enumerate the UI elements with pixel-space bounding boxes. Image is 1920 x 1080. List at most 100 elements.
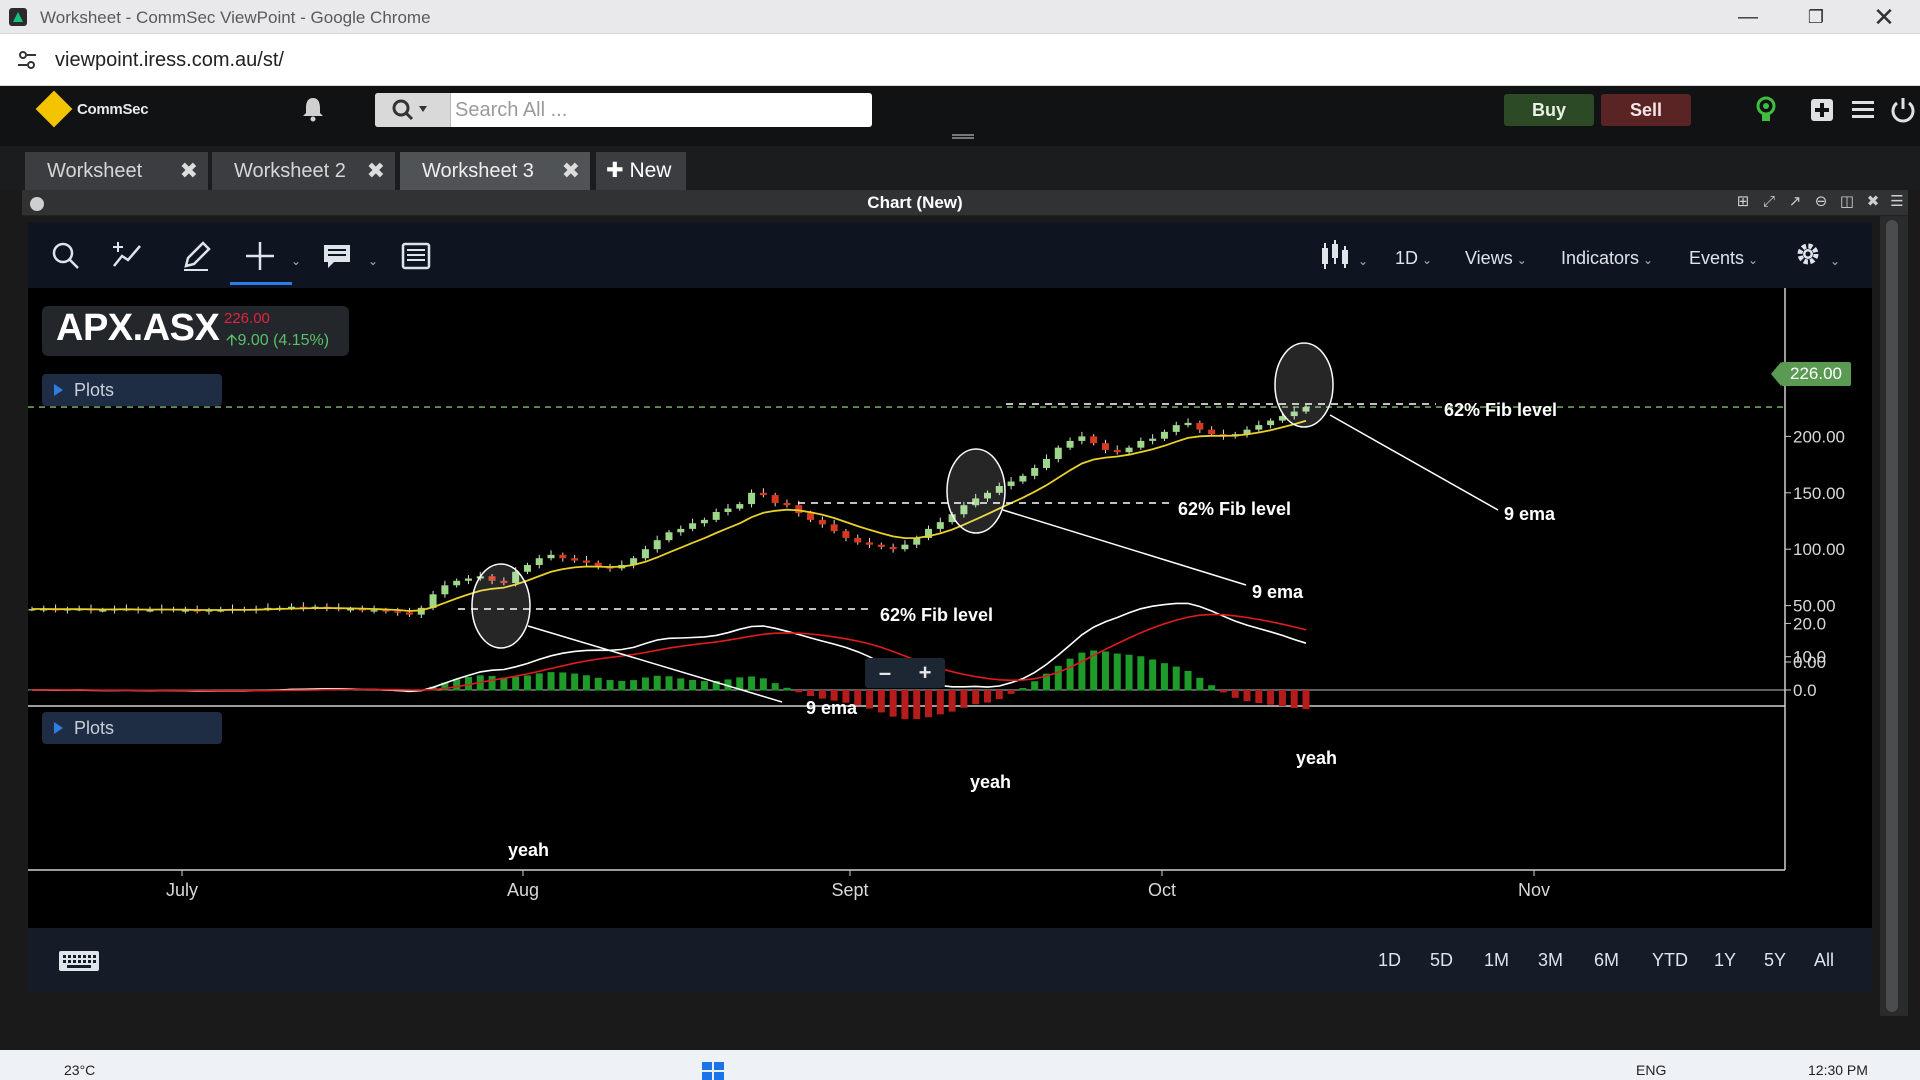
candle-body bbox=[1137, 440, 1145, 448]
candle-body bbox=[1184, 422, 1192, 426]
panel-menu-icon[interactable]: ☰ bbox=[1888, 193, 1906, 211]
language-indicator[interactable]: ENG bbox=[1636, 1062, 1666, 1078]
candle-body bbox=[535, 558, 543, 565]
interval-selector[interactable]: 1D ⌄ bbox=[1395, 248, 1432, 269]
tab-worksheet[interactable]: Worksheet ✖ bbox=[25, 152, 208, 190]
histogram-bar bbox=[807, 690, 815, 696]
site-settings-icon[interactable] bbox=[16, 49, 38, 71]
candle-body bbox=[547, 554, 555, 559]
popout-icon[interactable]: ↗ bbox=[1786, 193, 1804, 211]
plots-toggle-upper[interactable]: Plots bbox=[42, 374, 222, 406]
range-6m[interactable]: 6M bbox=[1594, 950, 1619, 971]
price-chart[interactable]: 250.00200.00150.00100.0050.000.0020.010.… bbox=[28, 288, 1872, 928]
keyboard-icon[interactable] bbox=[58, 950, 100, 972]
candle-body bbox=[582, 560, 590, 563]
range-1m[interactable]: 1M bbox=[1484, 950, 1509, 971]
power-icon[interactable] bbox=[1888, 94, 1918, 126]
zoom-in-button[interactable]: + bbox=[905, 658, 945, 688]
histogram-bar bbox=[936, 690, 944, 715]
lower-y-tick-label: 0.0 bbox=[1793, 681, 1817, 700]
histogram-bar bbox=[995, 690, 1003, 700]
close-panel-icon[interactable]: ✖ bbox=[1864, 193, 1882, 211]
price-change: 🡩9.00 (4.15%) bbox=[226, 329, 329, 356]
chevron-down-icon[interactable]: ⌄ bbox=[368, 254, 378, 268]
annotation-icon[interactable] bbox=[320, 238, 356, 274]
split-panel-icon[interactable]: ◫ bbox=[1838, 193, 1856, 211]
expand-triangle-icon bbox=[54, 722, 63, 734]
crosshair-icon[interactable] bbox=[242, 238, 278, 274]
candle-body bbox=[1101, 443, 1109, 450]
histogram-bar bbox=[1184, 670, 1192, 691]
histogram-bar bbox=[948, 690, 956, 712]
histogram-bar bbox=[1219, 690, 1227, 693]
draw-pencil-icon[interactable] bbox=[178, 238, 214, 274]
data-table-icon[interactable] bbox=[398, 238, 434, 274]
zoom-out-button[interactable]: – bbox=[865, 658, 905, 688]
histogram-bar bbox=[866, 690, 874, 709]
url-text[interactable]: viewpoint.iress.com.au/st/ bbox=[55, 49, 284, 72]
windows-start-icon[interactable] bbox=[700, 1062, 726, 1080]
histogram-bar bbox=[1149, 659, 1157, 691]
candle-body bbox=[913, 537, 921, 545]
zoom-search-icon[interactable] bbox=[48, 238, 84, 274]
close-tab-icon[interactable]: ✖ bbox=[562, 152, 580, 190]
plots-toggle-lower[interactable]: Plots bbox=[42, 712, 222, 744]
indicators-menu[interactable]: Indicators ⌄ bbox=[1561, 248, 1653, 269]
lightbulb-icon[interactable] bbox=[1751, 94, 1781, 126]
add-study-icon[interactable] bbox=[110, 238, 146, 274]
add-panel-icon[interactable]: ⊞ bbox=[1734, 193, 1752, 211]
close-window-icon[interactable]: ✕ bbox=[1850, 0, 1918, 34]
range-5d[interactable]: 5D bbox=[1430, 950, 1453, 971]
search-type-button[interactable] bbox=[375, 93, 451, 127]
bell-icon[interactable] bbox=[298, 94, 328, 124]
restore-icon[interactable]: ❐ bbox=[1782, 0, 1850, 34]
candle-body bbox=[1208, 429, 1216, 435]
buy-button[interactable]: Buy bbox=[1504, 94, 1594, 126]
gear-icon[interactable] bbox=[1792, 238, 1828, 274]
sell-button[interactable]: Sell bbox=[1601, 94, 1691, 126]
minimize-icon[interactable]: — bbox=[1714, 0, 1782, 34]
candle-body bbox=[559, 554, 567, 559]
range-1y[interactable]: 1Y bbox=[1714, 950, 1736, 971]
pointer-line bbox=[1002, 509, 1247, 586]
chevron-down-icon[interactable]: ⌄ bbox=[291, 254, 301, 268]
tab-worksheet-3[interactable]: Worksheet 3 ✖ bbox=[400, 152, 590, 190]
candle-body bbox=[712, 511, 720, 520]
range-5y[interactable]: 5Y bbox=[1764, 950, 1786, 971]
candle-body bbox=[936, 522, 944, 529]
histogram-bar bbox=[913, 690, 921, 720]
weather-temp[interactable]: 23°C bbox=[64, 1062, 95, 1078]
histogram-bar bbox=[700, 681, 708, 691]
tab-worksheet-2[interactable]: Worksheet 2 ✖ bbox=[212, 152, 395, 190]
expand-icon[interactable]: ⤢ bbox=[1760, 193, 1778, 211]
histogram-bar bbox=[488, 676, 496, 691]
range-ytd[interactable]: YTD bbox=[1652, 950, 1688, 971]
histogram-bar bbox=[1101, 651, 1109, 691]
close-tab-icon[interactable]: ✖ bbox=[367, 152, 385, 190]
events-menu[interactable]: Events ⌄ bbox=[1689, 248, 1758, 269]
scrollbar-thumb[interactable] bbox=[1886, 220, 1898, 1012]
add-widget-icon[interactable] bbox=[1807, 94, 1837, 126]
minimize-panel-icon[interactable]: ⊖ bbox=[1812, 193, 1830, 211]
vertical-scrollbar[interactable] bbox=[1880, 216, 1908, 1016]
close-tab-icon[interactable]: ✖ bbox=[180, 152, 198, 190]
new-tab-button[interactable]: ✚ New bbox=[596, 152, 686, 190]
chart-canvas[interactable]: 250.00200.00150.00100.0050.000.0020.010.… bbox=[28, 288, 1872, 928]
panel-header: Chart (New) ⊞ ⤢ ↗ ⊖ ◫ ✖ ☰ bbox=[22, 190, 1908, 216]
range-3m[interactable]: 3M bbox=[1538, 950, 1563, 971]
clock-time[interactable]: 12:30 PM bbox=[1808, 1062, 1868, 1078]
left-resize-strip[interactable] bbox=[0, 190, 22, 1040]
histogram-bar bbox=[984, 690, 991, 703]
histogram-bar bbox=[1208, 685, 1216, 691]
search-input[interactable] bbox=[455, 93, 865, 127]
header-drag-handle[interactable] bbox=[952, 134, 974, 139]
range-1d[interactable]: 1D bbox=[1378, 950, 1401, 971]
range-all[interactable]: All bbox=[1814, 950, 1834, 971]
instrument-symbol: APX.ASX bbox=[56, 307, 220, 349]
chevron-down-icon[interactable]: ⌄ bbox=[1830, 254, 1840, 268]
candlestick-type-icon[interactable] bbox=[1318, 238, 1354, 274]
chevron-down-icon[interactable]: ⌄ bbox=[1358, 254, 1368, 268]
x-axis-label: Aug bbox=[507, 880, 539, 900]
menu-icon[interactable] bbox=[1848, 94, 1878, 126]
views-menu[interactable]: Views ⌄ bbox=[1465, 248, 1527, 269]
